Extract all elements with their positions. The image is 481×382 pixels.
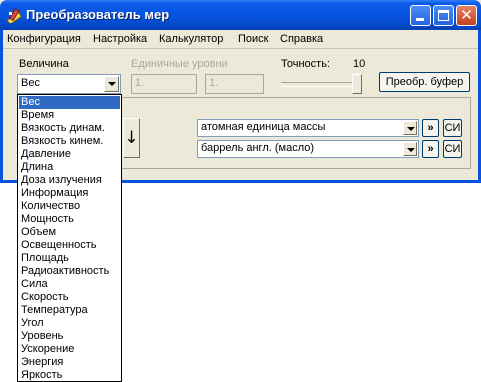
- dropdown-option[interactable]: Объем: [19, 226, 120, 239]
- close-icon: ✕: [460, 6, 473, 24]
- quantity-combobox-value: Вес: [21, 77, 40, 89]
- from-unit-si-button[interactable]: СИ: [443, 119, 462, 137]
- dropdown-option[interactable]: Количество: [19, 200, 120, 213]
- convert-buffer-button[interactable]: Преобр. буфер: [379, 72, 470, 92]
- to-unit-combobox[interactable]: баррель англ. (масло): [197, 140, 419, 158]
- dropdown-option[interactable]: Энергия: [19, 356, 120, 369]
- menu-search[interactable]: Поиск: [238, 33, 268, 45]
- dropdown-option[interactable]: Вес: [19, 96, 120, 109]
- dropdown-option[interactable]: Угол: [19, 317, 120, 330]
- dropdown-option[interactable]: Длина: [19, 161, 120, 174]
- dropdown-option[interactable]: Ускорение: [19, 343, 120, 356]
- dropdown-option[interactable]: Яркость: [19, 369, 120, 382]
- chevron-down-icon[interactable]: [104, 76, 119, 92]
- close-button[interactable]: ✕: [456, 5, 477, 26]
- dropdown-option[interactable]: Радиоактивность: [19, 265, 120, 278]
- precision-slider-track[interactable]: [281, 82, 361, 87]
- from-unit-combobox[interactable]: атомная единица массы: [197, 119, 419, 137]
- minimize-button[interactable]: [410, 5, 431, 26]
- menu-separator: [3, 48, 478, 49]
- menu-configuration[interactable]: Конфигурация: [7, 33, 81, 45]
- precision-label: Точность:: [281, 58, 330, 70]
- dropdown-option[interactable]: Мощность: [19, 213, 120, 226]
- to-unit-si-button[interactable]: СИ: [443, 140, 462, 158]
- precision-value: 10: [353, 58, 366, 70]
- dropdown-option[interactable]: Площадь: [19, 252, 120, 265]
- unit-level-value-1: 1.: [135, 77, 145, 89]
- ruler-pencil-icon: [6, 8, 22, 23]
- minimize-icon: [416, 18, 424, 21]
- window-border-left: [0, 30, 3, 183]
- from-unit-value: атомная единица массы: [201, 121, 326, 133]
- from-unit-more-button[interactable]: »: [422, 119, 439, 137]
- dropdown-option[interactable]: Информация: [19, 187, 120, 200]
- menu-settings[interactable]: Настройка: [93, 33, 147, 45]
- window-title: Преобразователь мер: [26, 7, 170, 22]
- dropdown-option[interactable]: Доза излучения: [19, 174, 120, 187]
- quantity-label: Величина: [19, 58, 69, 70]
- dropdown-option[interactable]: Освещенность: [19, 239, 120, 252]
- dropdown-option[interactable]: Вязкость кинем.: [19, 135, 120, 148]
- swap-units-button[interactable]: ↓: [123, 118, 140, 158]
- dropdown-option[interactable]: Скорость: [19, 291, 120, 304]
- maximize-button[interactable]: [433, 5, 454, 26]
- dropdown-option[interactable]: Уровень: [19, 330, 120, 343]
- unit-level-field-1: 1.: [131, 74, 197, 94]
- precision-slider-thumb[interactable]: [352, 74, 362, 94]
- menu-help[interactable]: Справка: [280, 33, 323, 45]
- title-bar[interactable]: Преобразователь мер ✕: [0, 0, 481, 30]
- chevron-down-icon[interactable]: [403, 142, 417, 156]
- dropdown-option[interactable]: Время: [19, 109, 120, 122]
- dropdown-option[interactable]: Сила: [19, 278, 120, 291]
- maximize-icon: [438, 10, 449, 21]
- quantity-dropdown-list: Вес Время Вязкость динам. Вязкость кинем. Да…: [17, 94, 122, 382]
- arrow-down-icon: ↓: [124, 128, 139, 148]
- to-unit-value: баррель англ. (масло): [201, 142, 315, 154]
- menu-bar: Конфигурация Настройка Калькулятор Поиск…: [3, 30, 478, 48]
- to-unit-more-button[interactable]: »: [422, 140, 439, 158]
- dropdown-option[interactable]: Давление: [19, 148, 120, 161]
- unit-levels-label: Единичные уровни: [131, 58, 228, 70]
- dropdown-option[interactable]: Температура: [19, 304, 120, 317]
- unit-level-field-2: 1.: [205, 74, 264, 94]
- quantity-combobox[interactable]: Вес: [17, 74, 121, 94]
- chevron-down-icon[interactable]: [403, 121, 417, 135]
- menu-calculator[interactable]: Калькулятор: [159, 33, 223, 45]
- dropdown-option[interactable]: Вязкость динам.: [19, 122, 120, 135]
- unit-level-value-2: 1.: [209, 77, 219, 89]
